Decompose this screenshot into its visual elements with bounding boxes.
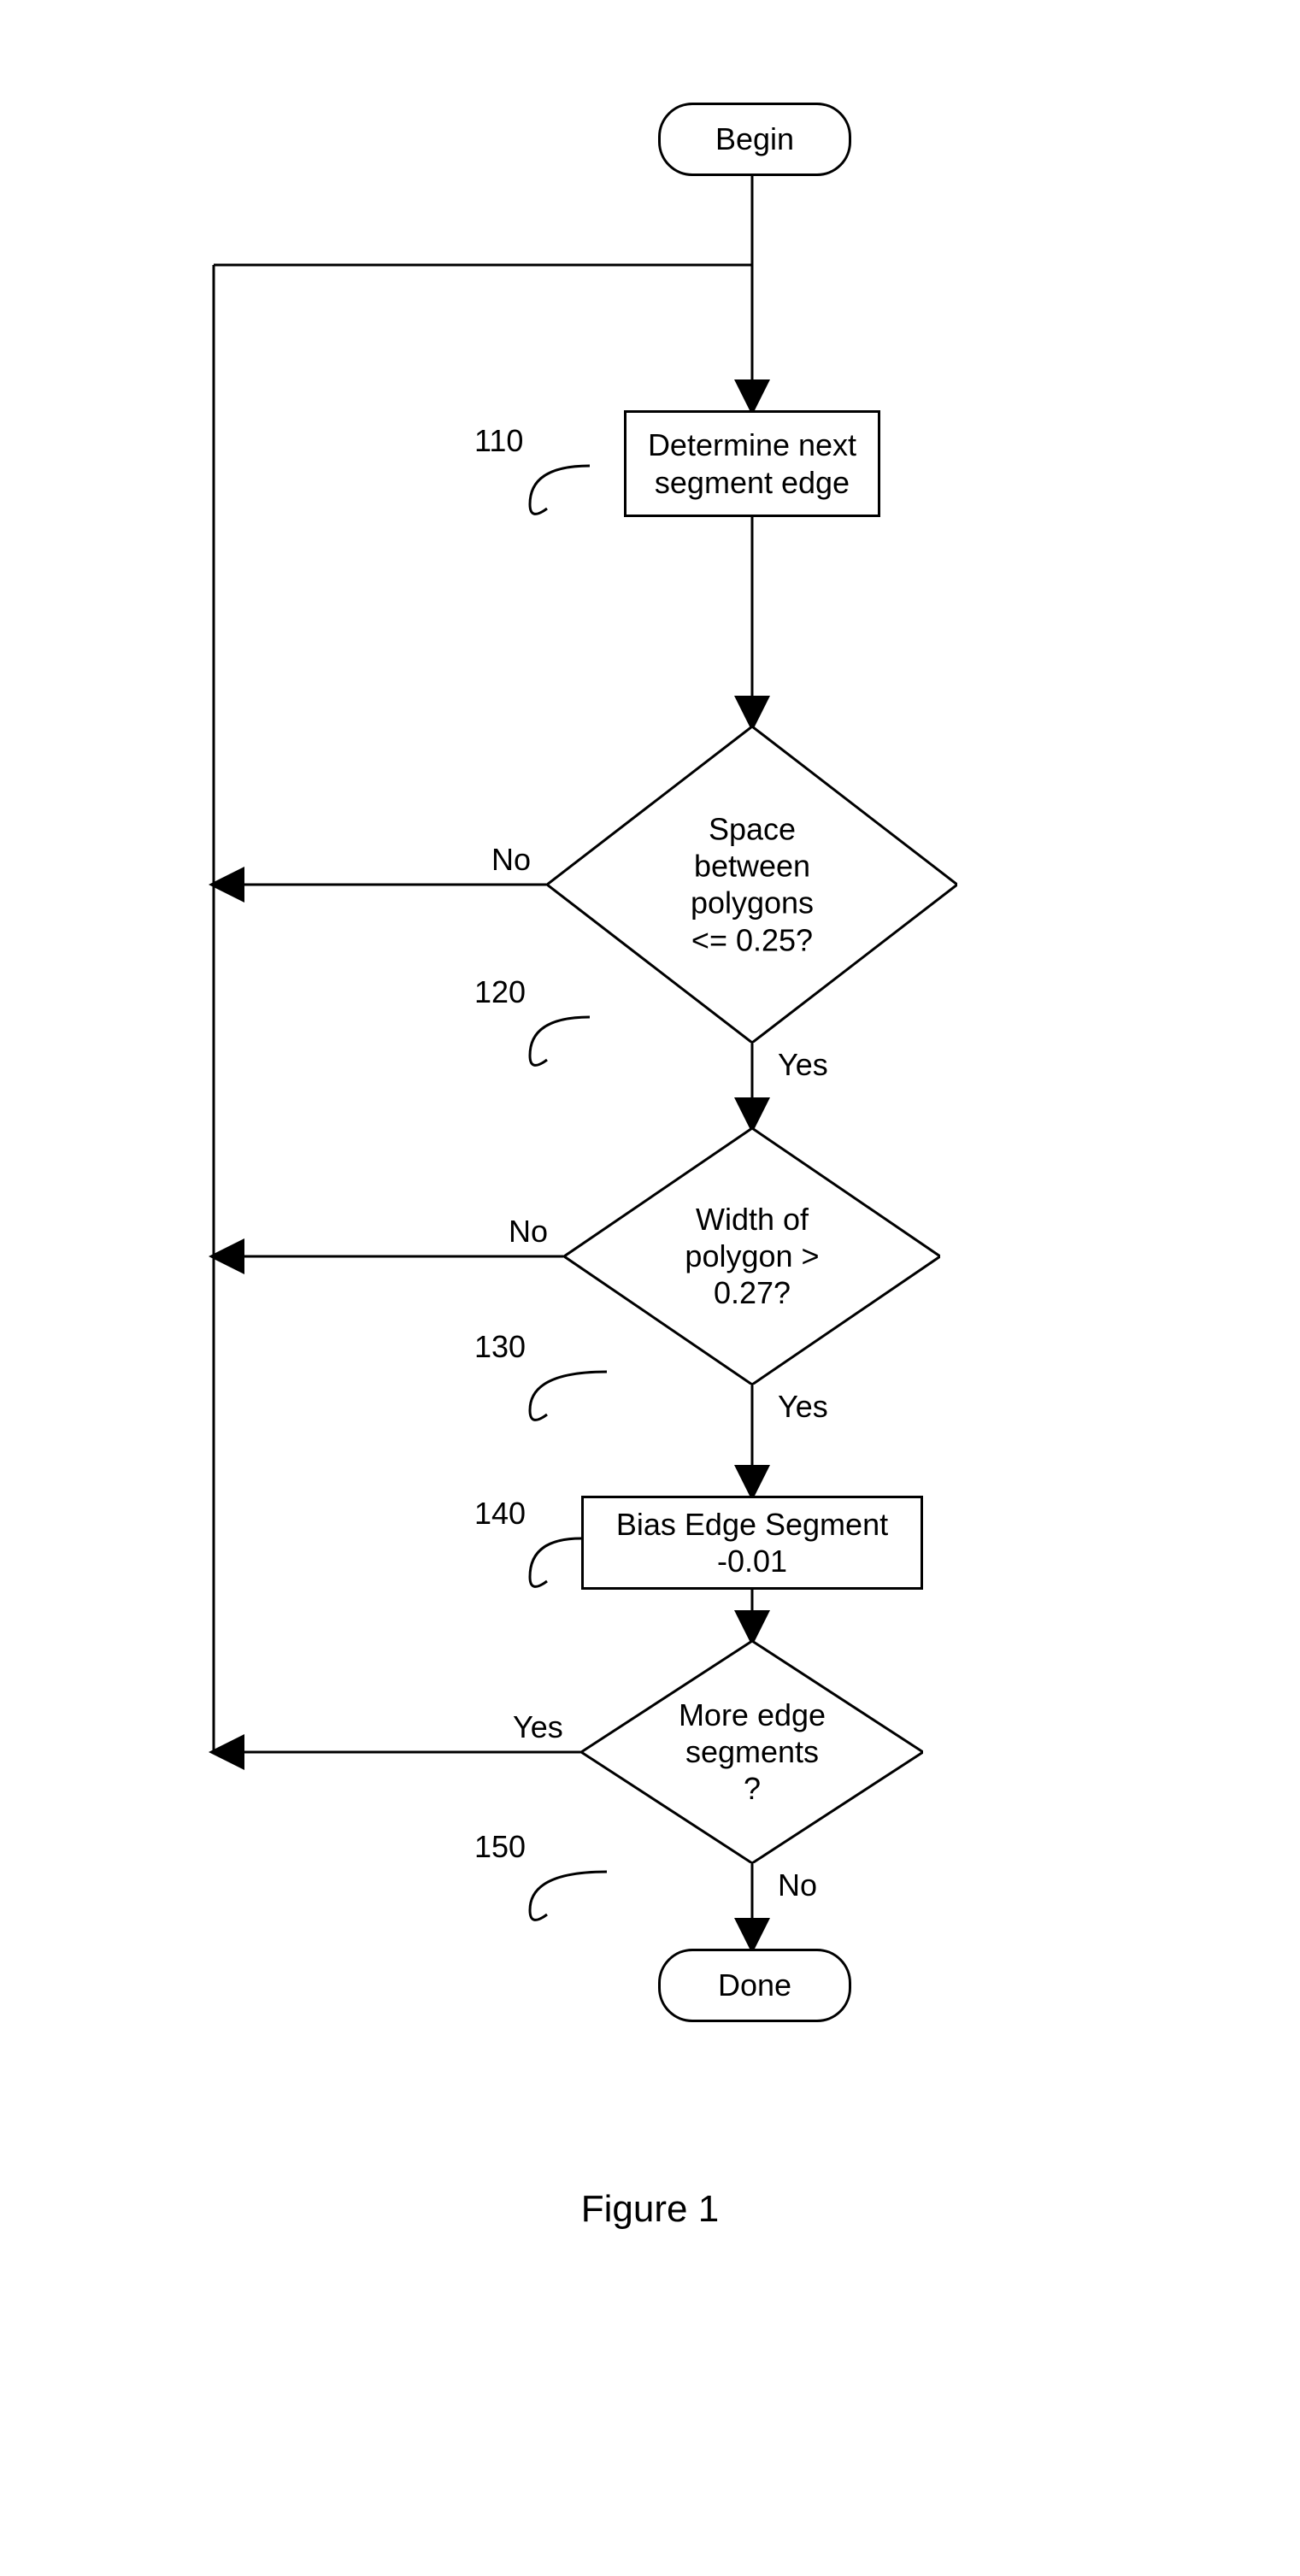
label-150-no: No <box>778 1867 817 1903</box>
decision-130-text: Width of polygon > 0.27? <box>564 1201 940 1312</box>
decision-120: Space between polygons <= 0.25? <box>547 726 957 1043</box>
begin-terminator: Begin <box>658 103 851 176</box>
label-120-no: No <box>491 842 531 878</box>
decision-130: Width of polygon > 0.27? <box>564 1128 940 1385</box>
ref-120: 120 <box>474 974 526 1010</box>
ref-hook-130 <box>496 1367 615 1436</box>
ref-hook-120 <box>496 1013 598 1081</box>
ref-hook-150 <box>496 1867 615 1936</box>
decision-150: More edge segments ? <box>581 1641 923 1863</box>
figure-caption: Figure 1 <box>0 2188 1300 2231</box>
label-150-yes: Yes <box>513 1709 563 1745</box>
begin-label: Begin <box>715 121 794 157</box>
process-110: Determine next segment edge <box>624 410 880 517</box>
ref-150: 150 <box>474 1829 526 1865</box>
done-label: Done <box>718 1967 791 2003</box>
ref-110: 110 <box>474 423 523 459</box>
ref-140: 140 <box>474 1496 526 1532</box>
process-110-text: Determine next segment edge <box>648 426 856 500</box>
label-130-yes: Yes <box>778 1389 828 1425</box>
flowchart-canvas: Begin Determine next segment edge 110 Sp… <box>0 0 1300 2576</box>
process-140-text: Bias Edge Segment -0.01 <box>616 1506 888 1579</box>
decision-120-text: Space between polygons <= 0.25? <box>547 811 957 959</box>
process-140: Bias Edge Segment -0.01 <box>581 1496 923 1590</box>
label-130-no: No <box>509 1214 548 1250</box>
label-120-yes: Yes <box>778 1047 828 1083</box>
ref-130: 130 <box>474 1329 526 1365</box>
done-terminator: Done <box>658 1949 851 2022</box>
ref-hook-110 <box>496 462 598 530</box>
ref-hook-140 <box>496 1534 590 1603</box>
decision-150-text: More edge segments ? <box>581 1697 923 1808</box>
